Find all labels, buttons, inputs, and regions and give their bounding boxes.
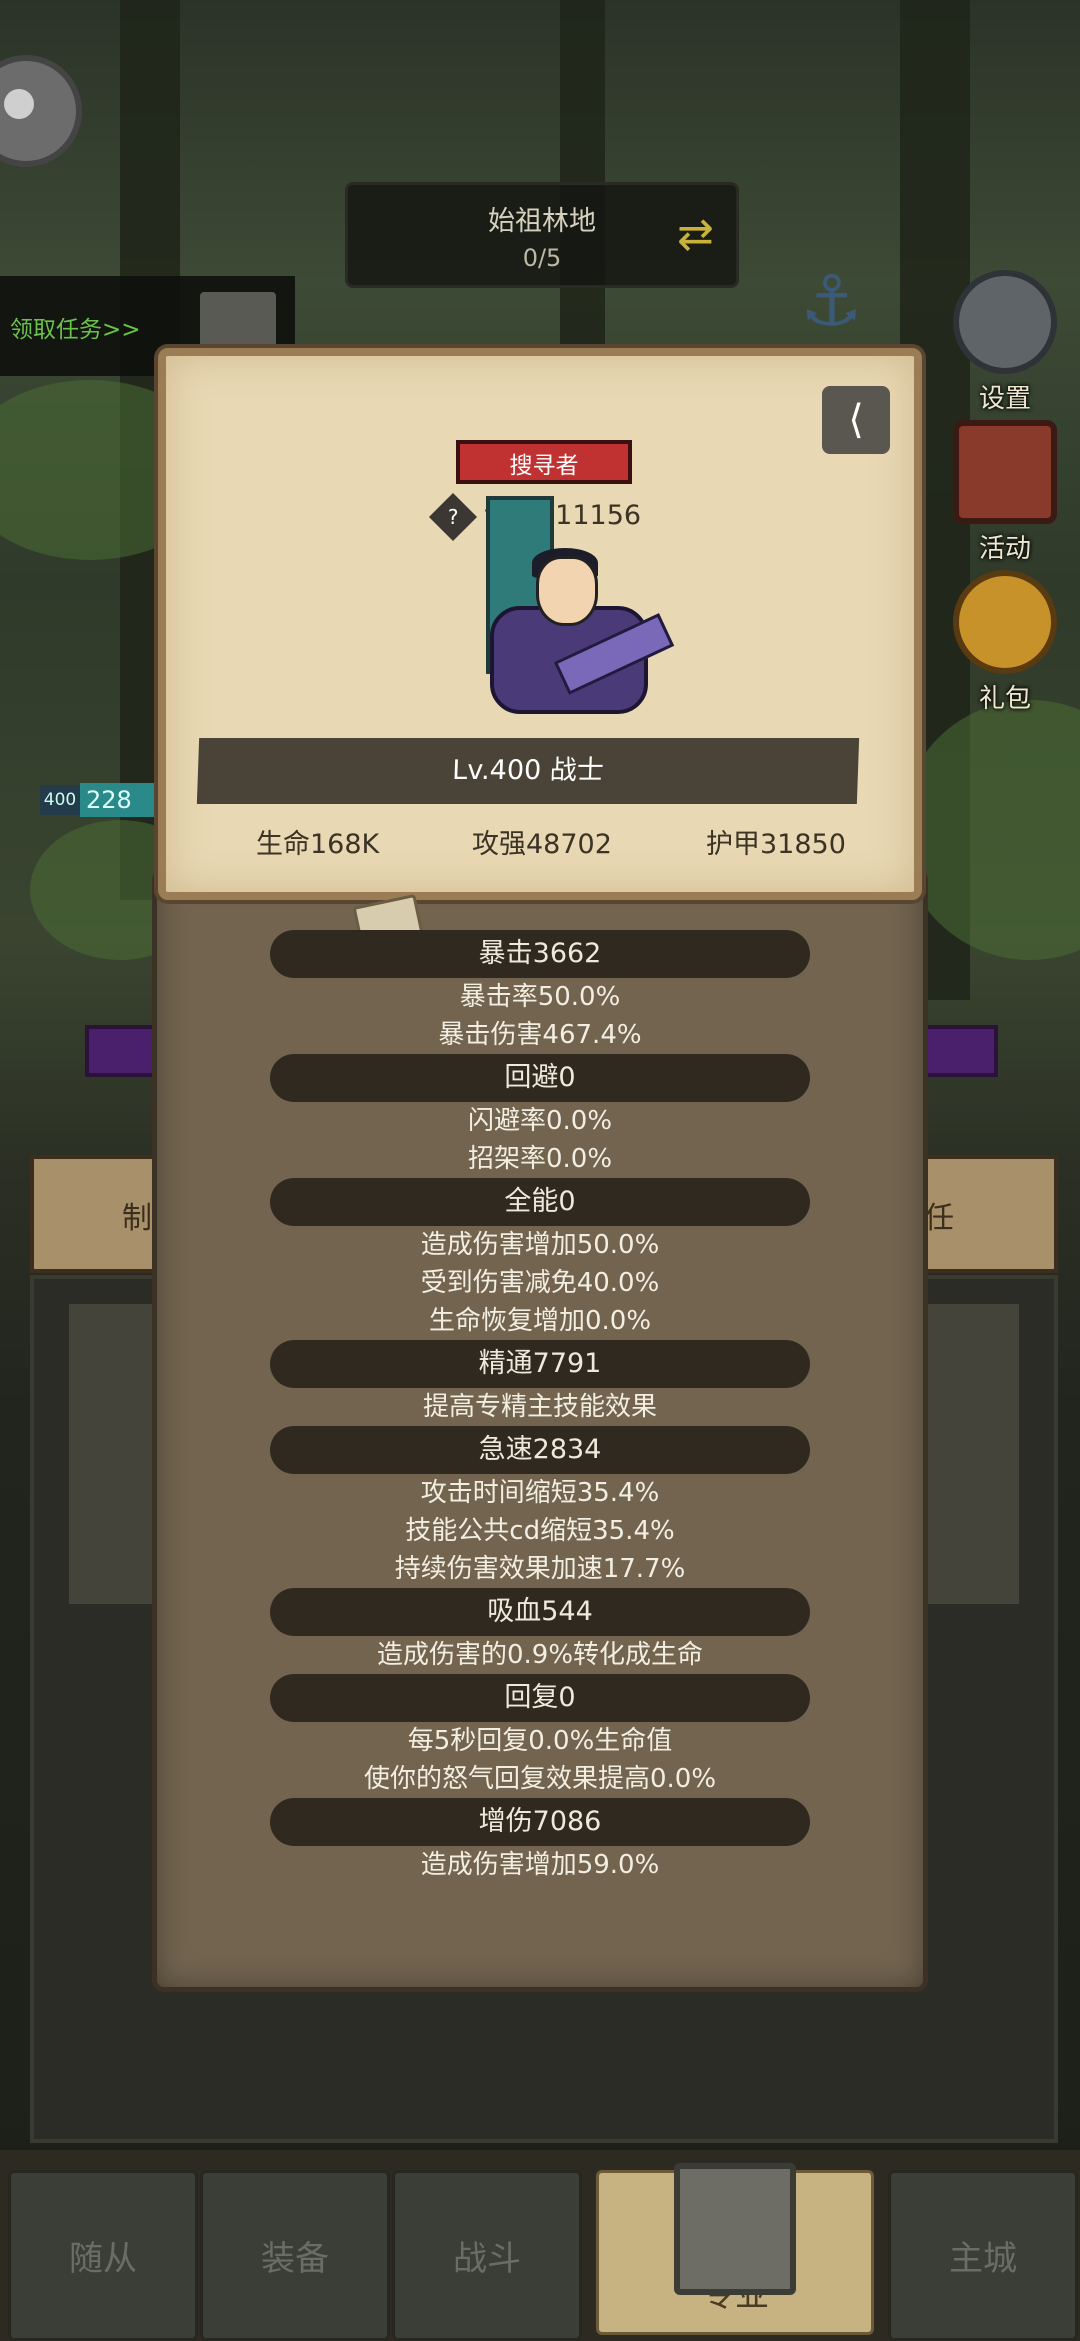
nav-tab-equipment[interactable]: 装备: [200, 2170, 390, 2341]
purple-bar-right: [920, 1025, 998, 1077]
stat-line: 暴击伤害467.4%: [438, 1020, 642, 1050]
stat-line: 造成伤害增加50.0%: [420, 1230, 660, 1260]
nav-tab-battle[interactable]: 战斗: [392, 2170, 582, 2341]
background-tab-right: 任: [924, 1201, 954, 1236]
armor-value: 护甲31850: [706, 829, 846, 860]
core-attributes: 生命168K 攻强48702 护甲31850: [166, 822, 914, 862]
stat-line: 闪避率0.0%: [467, 1106, 613, 1136]
stat-line: 每5秒回复0.0%生命值: [407, 1726, 673, 1756]
side-settings-label: 设置: [978, 384, 1031, 414]
stat-line: 受到伤害减免40.0%: [420, 1268, 660, 1298]
gear-icon: [953, 270, 1057, 374]
side-activity-label: 活动: [978, 534, 1031, 564]
side-settings-button[interactable]: 设置: [950, 270, 1060, 415]
side-activity-button[interactable]: 活动: [950, 420, 1060, 565]
stat-head-haste: 急速2834: [270, 1426, 810, 1474]
attack-value: 攻强48702: [472, 829, 612, 860]
stage-info[interactable]: 始祖林地 0/5 ⇄: [345, 182, 739, 288]
stat-line: 持续伤害效果加速17.7%: [394, 1554, 686, 1584]
stat-head-damage-boost: 增伤7086: [270, 1798, 810, 1846]
side-gift-button[interactable]: 礼包: [950, 570, 1060, 715]
stat-line: 使你的怒气回复效果提高0.0%: [363, 1764, 717, 1794]
stat-line: 技能公共cd缩短35.4%: [405, 1516, 675, 1546]
stat-line: 造成伤害的0.9%转化成生命: [376, 1640, 704, 1670]
stat-head-avoidance: 回避0: [270, 1054, 810, 1102]
nav-tab-followers[interactable]: 随从: [8, 2170, 198, 2341]
stat-line: 提高专精主技能效果: [422, 1392, 657, 1422]
stat-head-crit: 暴击3662: [270, 930, 810, 978]
stat-head-regen: 回复0: [270, 1674, 810, 1722]
nav-tab-profession[interactable]: 专业: [596, 2163, 874, 2335]
refresh-icon[interactable]: ⇄: [677, 209, 714, 260]
character-stats-modal: ⟨ 搜寻者 ? 评分111156 Lv.400 战士 生命168K 攻强48702…: [152, 348, 928, 1992]
player-level-badge: 400: [40, 785, 80, 815]
role-tag: 搜寻者: [456, 440, 632, 484]
stat-head-versatility: 全能0: [270, 1178, 810, 1226]
side-gift-label: 礼包: [978, 684, 1031, 714]
stat-head-mastery: 精通7791: [270, 1340, 810, 1388]
stat-line: 生命恢复增加0.0%: [428, 1306, 652, 1336]
stat-list: 暴击3662 暴击率50.0% 暴击伤害467.4% 回避0 闪避率0.0% 招…: [152, 930, 928, 1884]
gift-icon: [953, 570, 1057, 674]
share-icon[interactable]: ⟨: [822, 386, 890, 454]
hp-value: 生命168K: [256, 829, 380, 860]
task-link[interactable]: 领取任务>>: [10, 310, 141, 344]
stat-line: 招架率0.0%: [467, 1144, 613, 1174]
hero-portrait: [466, 486, 675, 736]
stat-line: 攻击时间缩短35.4%: [420, 1478, 660, 1508]
bottom-nav: 随从 装备 战斗 专业 主城: [0, 2150, 1080, 2341]
nav-tab-main-city[interactable]: 主城: [888, 2170, 1078, 2341]
scroll-icon: [953, 420, 1057, 524]
profession-icon: [674, 2163, 796, 2295]
stat-line: 暴击率50.0%: [459, 982, 621, 1012]
character-card: ⟨ 搜寻者 ? 评分111156 Lv.400 战士 生命168K 攻强48702…: [158, 348, 922, 900]
level-class-bar: Lv.400 战士: [196, 738, 860, 804]
stat-line: 造成伤害增加59.0%: [420, 1850, 660, 1880]
anchor-icon[interactable]: ⚓: [800, 260, 863, 342]
background-tab-left: 制: [122, 1201, 152, 1236]
stat-head-lifesteal: 吸血544: [270, 1588, 810, 1636]
